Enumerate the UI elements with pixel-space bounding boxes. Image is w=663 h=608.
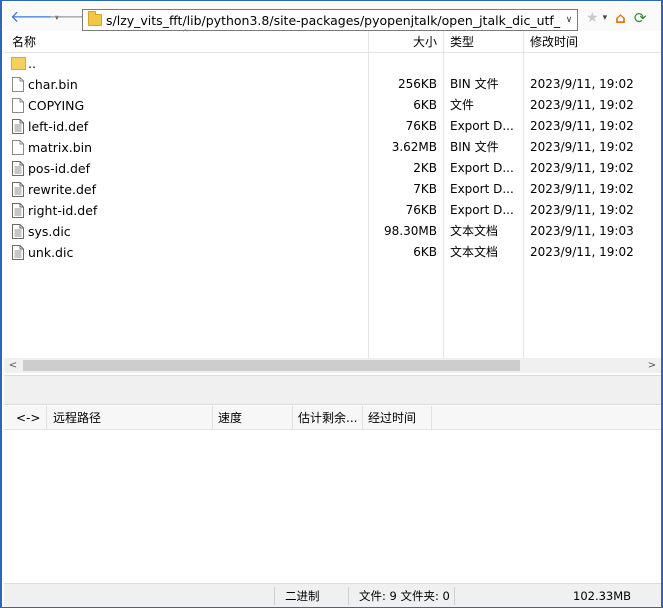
file-row[interactable]: right-id.def 76KB Export D... 2023/9/11, 19… <box>4 200 661 221</box>
file-type: Export D... <box>450 203 514 217</box>
file-row[interactable]: pos-id.def 2KB Export D... 2023/9/11, 19:02 <box>4 158 661 179</box>
status-file-counts: 文件: 9 文件夹: 0 <box>359 589 450 603</box>
bookmark-dropdown-icon[interactable]: ▾ <box>603 13 608 23</box>
scrollbar-thumb[interactable] <box>23 360 520 371</box>
home-icon[interactable]: ⌂ <box>615 9 626 27</box>
file-name: right-id.def <box>28 203 98 218</box>
file-type: BIN 文件 <box>450 77 499 91</box>
file-name: sys.dic <box>28 224 71 239</box>
status-bar: 二进制 文件: 9 文件夹: 0 102.33MB <box>4 583 661 607</box>
status-transfer-mode[interactable]: 二进制 <box>285 584 320 608</box>
file-type: 文件 <box>450 98 475 112</box>
file-type: 文本文档 <box>450 224 499 238</box>
file-size: 6KB <box>413 245 437 259</box>
file-name: COPYING <box>28 98 85 113</box>
file-icon <box>12 77 24 92</box>
file-name: rewrite.def <box>28 182 96 197</box>
text-file-icon <box>12 224 24 239</box>
file-size: 7KB <box>413 182 437 196</box>
bookmark-star-icon[interactable]: ★ <box>586 10 599 26</box>
text-file-icon <box>12 161 24 176</box>
toolbar: 🡐 ▾ 🡒 ▾ s/lzy_vits_fft/lib/python3.8/sit… <box>4 3 661 31</box>
column-header-modified[interactable]: 修改时间 <box>530 31 578 53</box>
file-name: unk.dic <box>28 245 74 260</box>
file-name: left-id.def <box>28 119 89 134</box>
column-header-size[interactable]: 大小 <box>370 31 437 53</box>
file-row[interactable]: unk.dic 6KB 文本文档 2023/9/11, 19:02 <box>4 242 661 263</box>
text-file-icon <box>12 245 24 260</box>
file-size: 256KB <box>397 77 437 91</box>
horizontal-scrollbar[interactable]: < > <box>4 358 661 373</box>
back-arrow-icon: 🡐 <box>10 7 53 26</box>
scroll-left-icon[interactable]: < <box>6 358 20 373</box>
column-divider <box>362 406 363 430</box>
parent-dir-row[interactable]: .. <box>4 53 661 74</box>
column-divider <box>292 406 293 430</box>
queue-header-speed[interactable]: 速度 <box>218 406 242 430</box>
text-file-icon <box>12 203 24 218</box>
parent-dir-label: .. <box>28 56 36 71</box>
text-file-icon <box>12 182 24 197</box>
file-size: 6KB <box>413 98 437 112</box>
path-dropdown-icon[interactable]: ∨ <box>561 15 577 25</box>
file-size: 98.30MB <box>384 224 437 238</box>
path-input[interactable]: s/lzy_vits_fft/lib/python3.8/site-packag… <box>82 9 578 31</box>
file-name: matrix.bin <box>28 140 93 155</box>
file-size: 2KB <box>413 161 437 175</box>
text-file-icon <box>12 119 24 134</box>
path-text[interactable]: s/lzy_vits_fft/lib/python3.8/site-packag… <box>106 13 561 28</box>
parent-folder-icon <box>11 57 26 70</box>
file-modified: 2023/9/11, 19:02 <box>530 98 634 112</box>
queue-header: <-> 远程路径 速度 估计剩余... 经过时间 <box>4 406 661 430</box>
file-modified: 2023/9/11, 19:03 <box>530 224 634 238</box>
scroll-right-icon[interactable]: > <box>645 358 659 373</box>
file-icon <box>12 98 24 113</box>
file-row[interactable]: COPYING 6KB 文件 2023/9/11, 19:02 <box>4 95 661 116</box>
file-name: pos-id.def <box>28 161 91 176</box>
status-divider <box>454 587 455 605</box>
file-modified: 2023/9/11, 19:02 <box>530 203 634 217</box>
file-icon <box>12 140 24 155</box>
file-size: 76KB <box>405 119 437 133</box>
refresh-icon[interactable]: ⟳ <box>634 9 647 27</box>
file-row[interactable]: sys.dic 98.30MB 文本文档 2023/9/11, 19:03 <box>4 221 661 242</box>
transfer-queue[interactable]: <-> 远程路径 速度 估计剩余... 经过时间 <box>4 406 661 583</box>
file-type: BIN 文件 <box>450 140 499 154</box>
file-modified: 2023/9/11, 19:02 <box>530 161 634 175</box>
file-type: Export D... <box>450 182 514 196</box>
column-header-name[interactable]: 名称 <box>12 31 36 53</box>
folder-icon <box>88 11 102 26</box>
file-row[interactable]: left-id.def 76KB Export D... 2023/9/11, 19:… <box>4 116 661 137</box>
file-modified: 2023/9/11, 19:02 <box>530 182 634 196</box>
file-row[interactable]: rewrite.def 7KB Export D... 2023/9/11, 19:0… <box>4 179 661 200</box>
file-name: char.bin <box>28 77 78 92</box>
queue-header-remote-path[interactable]: 远程路径 <box>53 406 101 430</box>
status-divider <box>348 587 349 605</box>
file-modified: 2023/9/11, 19:02 <box>530 119 634 133</box>
file-modified: 2023/9/11, 19:02 <box>530 77 634 91</box>
file-type: Export D... <box>450 119 514 133</box>
column-divider <box>212 406 213 430</box>
queue-header-remaining[interactable]: 估计剩余... <box>298 406 360 430</box>
file-modified: 2023/9/11, 19:02 <box>530 140 634 154</box>
file-row[interactable]: matrix.bin 3.62MB BIN 文件 2023/9/11, 19:02 <box>4 137 661 158</box>
file-type: Export D... <box>450 161 514 175</box>
panel-splitter[interactable] <box>4 375 661 405</box>
status-divider <box>274 587 275 605</box>
column-divider <box>431 406 432 430</box>
status-total-size: 102.33MB <box>573 589 632 603</box>
file-size: 3.62MB <box>391 140 437 154</box>
sort-ascending-icon: ^ <box>182 28 189 37</box>
file-manager-window: 🡐 ▾ 🡒 ▾ s/lzy_vits_fft/lib/python3.8/sit… <box>0 0 663 608</box>
file-list[interactable]: 名称 ^ 大小 类型 修改时间 .. char.bin 256KB BIN 文件 20… <box>4 28 661 358</box>
file-row[interactable]: char.bin 256KB BIN 文件 2023/9/11, 19:02 <box>4 74 661 95</box>
queue-header-elapsed[interactable]: 经过时间 <box>368 406 416 430</box>
file-size: 76KB <box>405 203 437 217</box>
queue-header-direction[interactable]: <-> <box>16 406 40 430</box>
file-modified: 2023/9/11, 19:02 <box>530 245 634 259</box>
file-type: 文本文档 <box>450 245 499 259</box>
column-divider <box>46 406 47 430</box>
column-header-type[interactable]: 类型 <box>450 31 474 53</box>
